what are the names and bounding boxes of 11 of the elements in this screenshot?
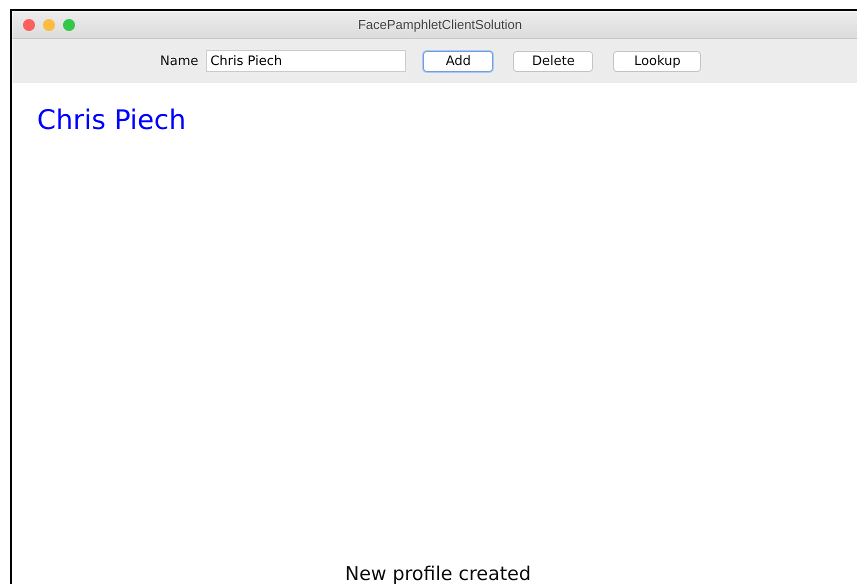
close-icon[interactable] (23, 18, 35, 30)
name-field[interactable]: Chris Piech (206, 50, 406, 72)
status-message: New profile created (344, 563, 532, 584)
toolbar-button[interactable]: Add (423, 50, 494, 72)
name-label: Name (160, 54, 198, 68)
toolbar-button[interactable]: Delete (513, 50, 594, 72)
toolbar-button[interactable]: Lookup (613, 50, 702, 72)
window-title: FacePamphletClientSolution (358, 17, 522, 32)
profile-name: Chris Piech (36, 104, 187, 136)
minimize-icon[interactable] (43, 18, 55, 30)
zoom-icon[interactable] (63, 18, 75, 30)
